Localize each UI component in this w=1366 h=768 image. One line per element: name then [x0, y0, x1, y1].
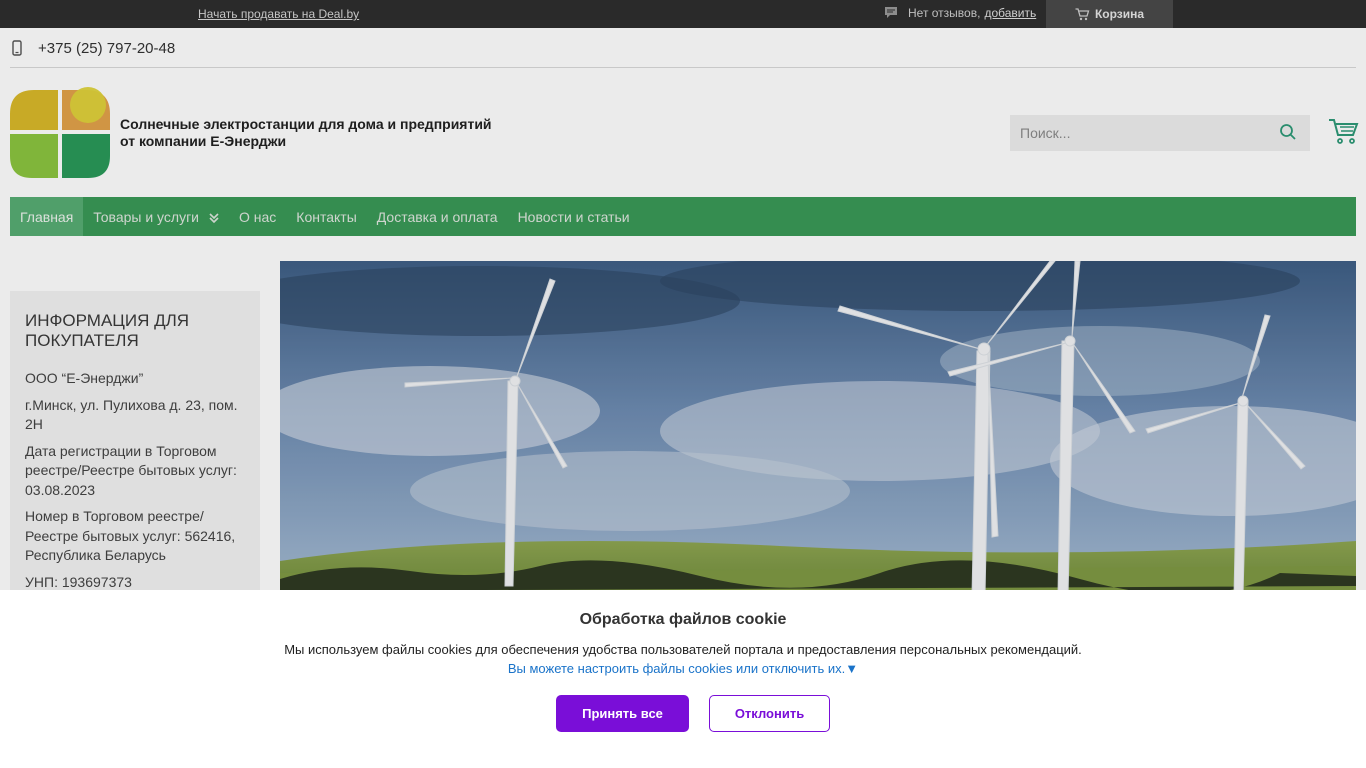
phone-number[interactable]: +375 (25) 797-20-48 [38, 40, 175, 57]
tagline-line-2: от компании Е-Энерджи [120, 133, 287, 149]
wind-turbines-banner[interactable] [280, 261, 1356, 601]
nav-item-label: Доставка и оплата [376, 208, 498, 225]
phone-row: +375 (25) 797-20-48 [10, 29, 1356, 68]
cookie-settings-link[interactable]: Вы можете настроить файлы cookies или от… [0, 661, 1366, 676]
shopping-cart-icon[interactable] [1328, 116, 1360, 148]
nav-item-delivery[interactable]: Доставка и оплата [367, 197, 508, 236]
nav-item-news[interactable]: Новости и статьи [508, 197, 640, 236]
nav-item-label: Главная [20, 208, 74, 225]
registration-date: Дата регистрации в Торговом реестре/Реес… [25, 442, 237, 498]
company-logo[interactable] [10, 86, 110, 180]
reviews-info: Нет отзывов, добавить [884, 6, 1036, 20]
tagline-line-1: Солнечные электростанции для дома и пред… [120, 116, 492, 132]
company-name: ООО “Е-Энерджи” [25, 370, 144, 386]
cart-label: Корзина [1094, 7, 1145, 21]
buyer-info-sidebar: ИНФОРМАЦИЯ ДЛЯ ПОКУПАТЕЛЯ ООО “Е-Энерджи… [10, 291, 260, 611]
cookie-consent-panel: Обработка файлов cookie Мы используем фа… [0, 590, 1366, 768]
top-bar: Начать продавать на Deal.by Нет отзывов,… [0, 0, 1366, 28]
nav-item-label: О нас [239, 208, 277, 225]
registry-number: Номер в Торговом реестре/ Реестре бытовы… [25, 508, 236, 563]
accept-all-button[interactable]: Принять все [556, 695, 689, 732]
topbar-cart-button[interactable]: Корзина [1046, 0, 1173, 28]
company-address: г.Минск, ул. Пулихова д. 23, пом. 2Н [25, 396, 238, 433]
cookie-title: Обработка файлов cookie [579, 611, 787, 628]
nav-item-label: Новости и статьи [517, 208, 630, 225]
nav-item-about[interactable]: О нас [229, 197, 286, 236]
nav-item-home[interactable]: Главная [10, 197, 84, 236]
mobile-phone-icon [10, 40, 24, 56]
nav-item-label: Контакты [296, 208, 357, 225]
start-selling-link[interactable]: Начать продавать на Deal.by [198, 7, 359, 21]
decline-button[interactable]: Отклонить [709, 695, 830, 732]
add-review-link[interactable]: добавить [984, 6, 1036, 20]
cookie-description: Мы используем файлы cookies для обеспече… [284, 642, 1082, 657]
comment-icon [884, 6, 898, 20]
double-chevron-down-icon [209, 211, 219, 223]
company-tagline: Солнечные электростанции для дома и пред… [120, 116, 520, 150]
no-reviews-text: Нет отзывов, [908, 6, 981, 20]
search-input[interactable] [1010, 115, 1310, 151]
sidebar-title: ИНФОРМАЦИЯ ДЛЯ ПОКУПАТЕЛЯ [25, 311, 190, 350]
nav-item-contacts[interactable]: Контакты [286, 197, 366, 236]
cart-icon [1075, 7, 1090, 20]
search-icon[interactable] [1279, 123, 1297, 141]
nav-item-label: Товары и услуги [93, 208, 199, 225]
page: Начать продавать на Deal.by Нет отзывов,… [0, 0, 1366, 768]
nav-item-products[interactable]: Товары и услуги [83, 197, 229, 236]
main-navigation: Главная Товары и услуги О нас Контакты Д… [10, 197, 1356, 236]
